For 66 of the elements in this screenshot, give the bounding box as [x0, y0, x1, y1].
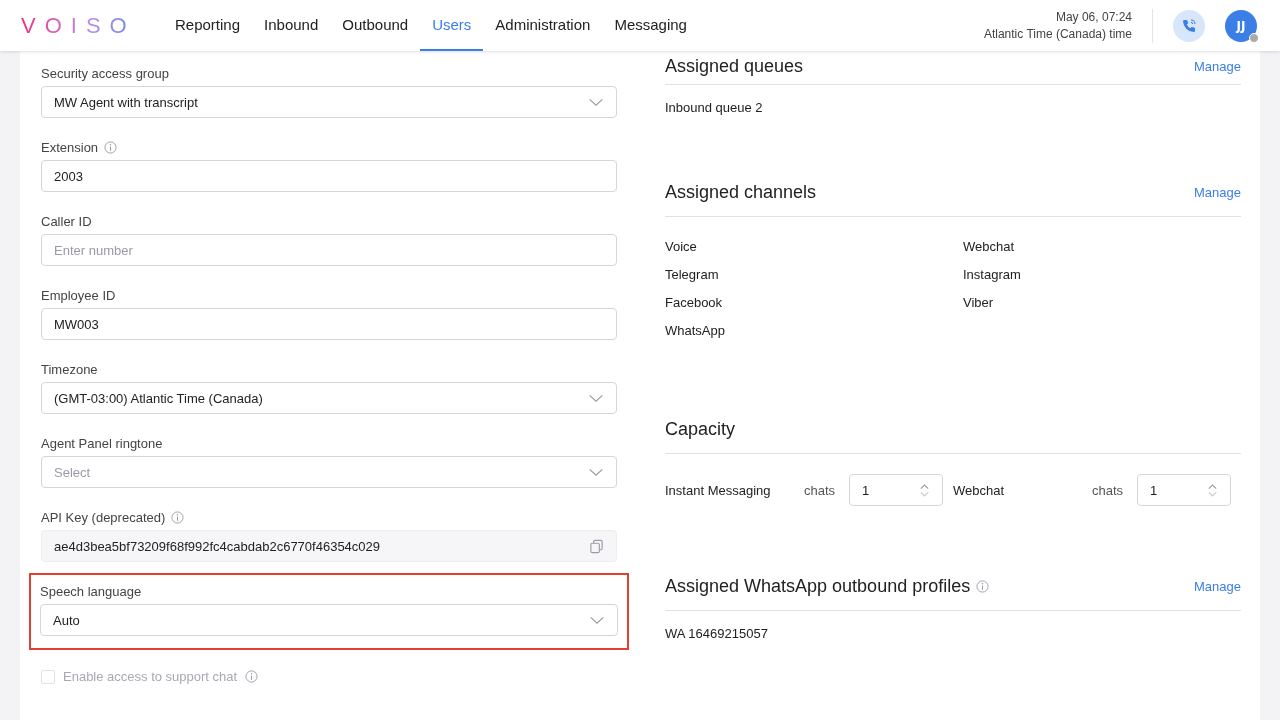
field-label: API Key (deprecated) — [41, 509, 166, 526]
info-icon — [171, 511, 185, 524]
field-label: Security access group — [41, 65, 169, 82]
phone-icon — [1181, 17, 1197, 34]
stepper-icon[interactable] — [1207, 482, 1218, 498]
list-item: Inbound queue 2 — [665, 99, 764, 116]
input-field[interactable]: MW003 — [41, 308, 617, 340]
field-label: Employee ID — [41, 287, 116, 304]
channel-item: Telegram — [665, 266, 720, 283]
field-label: Caller ID — [41, 213, 92, 230]
input-field[interactable]: 2003 — [41, 160, 617, 192]
channel-item: WhatsApp — [665, 322, 726, 339]
select-field[interactable]: (GMT-03:00) Atlantic Time (Canada) — [41, 382, 617, 414]
nav-tab[interactable]: Reporting — [163, 0, 253, 51]
channel-item: Webchat — [963, 238, 1016, 255]
placeholder: Enter number — [54, 242, 133, 258]
capacity-label: Instant Messaging — [665, 482, 772, 498]
select-field[interactable]: Auto — [40, 604, 618, 636]
info-icon — [104, 141, 118, 154]
info-icon — [976, 580, 990, 593]
select-field[interactable]: MW Agent with transcript — [41, 86, 617, 118]
field-label: Extension — [41, 139, 99, 156]
nav-tab[interactable]: Messaging — [602, 0, 699, 51]
field-value: MW Agent with transcript — [54, 94, 198, 110]
info-icon — [245, 670, 259, 683]
timezone-label: Atlantic Time (Canada) time — [983, 25, 1132, 43]
field-value: ae4d3bea5bf73209f68f992fc4cabdab2c6770f46354c029 — [54, 538, 381, 554]
field-value: 2003 — [54, 168, 83, 184]
channel-item: Viber — [963, 294, 995, 311]
field-value: (GMT-03:00) Atlantic Time (Canada) — [54, 390, 263, 406]
unit-label: chats — [1092, 482, 1125, 498]
number-field[interactable]: 1 — [1137, 474, 1231, 506]
capacity-label: Webchat — [953, 482, 1006, 498]
channel-item: Voice — [665, 238, 698, 255]
nav-tab[interactable]: Inbound — [252, 0, 331, 51]
section-title: Assigned WhatsApp outbound profiles — [665, 576, 971, 597]
chevron-down-icon — [589, 615, 605, 625]
field-label: Agent Panel ringtone — [41, 435, 163, 452]
nav-tab[interactable]: Administration — [483, 0, 603, 51]
chevron-down-icon — [588, 393, 604, 403]
chevron-down-icon — [588, 97, 604, 107]
manage-link[interactable]: Manage — [1194, 185, 1241, 200]
user-avatar[interactable]: JJ — [1225, 9, 1257, 42]
channel-item: Facebook — [665, 294, 724, 311]
section-title: Assigned channels — [665, 182, 817, 203]
section-title: Assigned queues — [665, 56, 804, 77]
number-field[interactable]: 1 — [849, 474, 943, 506]
manage-link[interactable]: Manage — [1194, 59, 1241, 74]
date-time: May 06, 07:24 — [1054, 8, 1132, 26]
placeholder: Select — [54, 464, 91, 480]
field-value: MW003 — [54, 316, 99, 332]
field-label: Timezone — [41, 361, 98, 378]
channel-item: Instagram — [963, 266, 1022, 283]
list-item: WA 16469215057 — [665, 625, 769, 642]
checkbox-label: Enable access to support chat — [63, 669, 238, 684]
field-label: Speech language — [40, 583, 142, 600]
nav-tab[interactable]: Outbound — [330, 0, 421, 51]
chevron-down-icon — [588, 467, 604, 477]
manage-link[interactable]: Manage — [1194, 579, 1241, 594]
stepper-icon[interactable] — [919, 482, 930, 498]
unit-label: chats — [804, 482, 837, 498]
field-value: Auto — [53, 612, 80, 628]
phone-button[interactable] — [1173, 9, 1205, 42]
copy-icon[interactable] — [589, 538, 604, 554]
status-dot — [1249, 32, 1259, 43]
section-title: Capacity — [665, 419, 736, 440]
